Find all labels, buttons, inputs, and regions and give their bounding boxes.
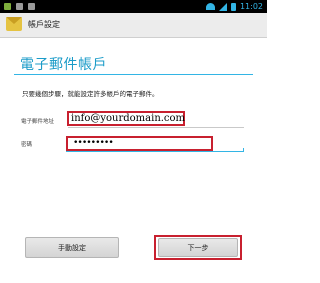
- system-icons: 11:02: [205, 1, 263, 12]
- email-app-icon[interactable]: [6, 17, 22, 31]
- usb-icon: [16, 3, 23, 10]
- title-divider: [14, 74, 253, 75]
- action-bar: 帳戶設定: [0, 13, 267, 38]
- signal-icon: [218, 2, 227, 11]
- image-notification-icon: [4, 3, 11, 10]
- password-field-value: •••••••••: [73, 138, 114, 148]
- manual-setup-button[interactable]: 手動設定: [25, 237, 119, 258]
- email-field-value: info@yourdomain.com: [71, 113, 186, 124]
- instruction-text: 只要幾個步驟，就能設定許多帳戶的電子郵件。: [22, 90, 159, 98]
- wifi-icon: [205, 3, 215, 10]
- next-button[interactable]: 下一步: [158, 238, 238, 257]
- email-field-underline: [68, 127, 244, 128]
- battery-icon: [230, 2, 236, 11]
- email-field[interactable]: info@yourdomain.com: [67, 111, 185, 126]
- notification-icons: [4, 2, 35, 11]
- status-clock: 11:02: [239, 2, 263, 11]
- password-field-underline: [66, 151, 244, 152]
- page-title: 電子郵件帳戶: [20, 57, 107, 73]
- email-field-label: 電子郵件地址: [21, 119, 55, 125]
- password-field[interactable]: •••••••••: [66, 136, 213, 151]
- android-icon: [28, 3, 35, 10]
- status-bar: 11:02: [0, 0, 267, 13]
- password-field-underline-edge: [243, 148, 244, 152]
- action-bar-title: 帳戶設定: [28, 20, 60, 29]
- password-field-label: 密碼: [21, 142, 33, 148]
